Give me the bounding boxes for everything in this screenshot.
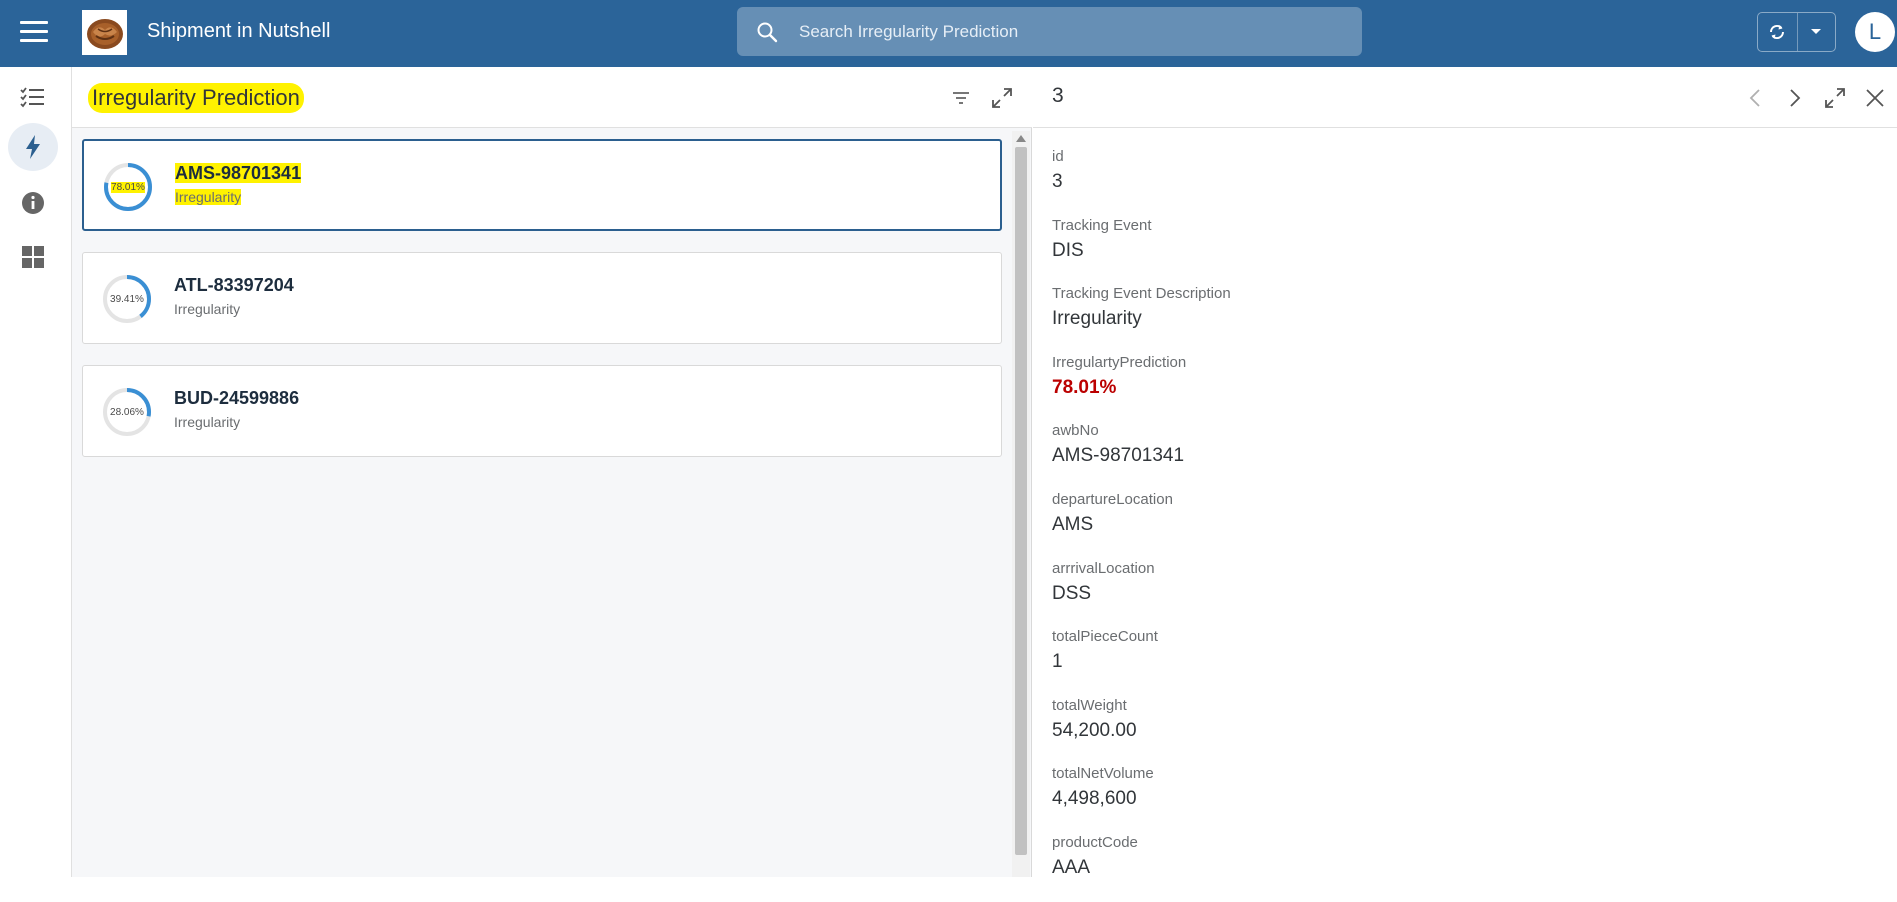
- field-arrival-location: arrrivalLocation DSS: [1052, 559, 1155, 604]
- filter-icon: [953, 92, 969, 104]
- awb-number: ATL-83397204: [174, 275, 294, 295]
- fullscreen-button[interactable]: [1819, 82, 1851, 114]
- field-awb-no: awbNo AMS-98701341: [1052, 422, 1185, 467]
- app-logo[interactable]: [82, 10, 127, 55]
- expand-icon: [1825, 88, 1845, 108]
- detail-panel: 3 id 3 Tracking Event DIS Tracking Event…: [1033, 67, 1897, 878]
- item-subtitle: Irregularity: [174, 301, 241, 317]
- shell-bar: Shipment in Nutshell L: [0, 0, 1897, 67]
- next-button[interactable]: [1779, 82, 1811, 114]
- chevron-right-icon: [1790, 89, 1801, 107]
- task-list-icon: [20, 87, 44, 108]
- close-icon: [1866, 89, 1884, 107]
- field-total-weight: totalWeight 54,200.00: [1052, 696, 1137, 741]
- list-item[interactable]: 39.41% ATL-83397204 Irregularity: [82, 252, 1002, 344]
- sync-dropdown-button[interactable]: [1798, 13, 1836, 51]
- field-departure-location: departureLocation AMS: [1052, 490, 1173, 535]
- sync-icon: [1770, 24, 1785, 40]
- field-product-code: productCode AAA: [1052, 833, 1138, 878]
- master-header: Irregularity Prediction: [72, 67, 1032, 128]
- scroll-thumb[interactable]: [1015, 147, 1027, 855]
- field-tracking-event-description: Tracking Event Description Irregularity: [1052, 285, 1231, 330]
- awb-number: BUD-24599886: [174, 388, 300, 408]
- detail-header: 3: [1033, 67, 1897, 128]
- item-subtitle: Irregularity: [174, 414, 241, 430]
- progress-label: 39.41%: [110, 293, 144, 305]
- app-title: Shipment in Nutshell: [147, 20, 331, 42]
- menu-icon[interactable]: [20, 21, 48, 45]
- expand-button[interactable]: [987, 83, 1017, 113]
- sidenav-item-irregularity[interactable]: [8, 123, 58, 171]
- search-input[interactable]: [799, 7, 1339, 56]
- field-id: id 3: [1052, 148, 1064, 192]
- list-scrollbar[interactable]: [1012, 131, 1030, 877]
- walnut-logo-icon: [86, 18, 123, 49]
- info-icon: [22, 192, 44, 214]
- list-item[interactable]: 78.01% AMS-98701341 Irregularity: [82, 139, 1002, 231]
- scroll-up-arrow-icon[interactable]: [1016, 135, 1026, 142]
- chevron-left-icon: [1749, 89, 1760, 107]
- progress-label: 78.01%: [111, 181, 145, 193]
- item-subtitle: Irregularity: [175, 189, 242, 205]
- sync-button[interactable]: [1758, 13, 1798, 51]
- detail-fields: id 3 Tracking Event DIS Tracking Event D…: [1052, 147, 1872, 902]
- field-tracking-event: Tracking Event DIS: [1052, 216, 1152, 261]
- field-irregularity-prediction: IrregulartyPrediction 78.01%: [1052, 353, 1187, 398]
- field-total-piece-count: totalPieceCount 1: [1052, 628, 1158, 673]
- sidenav-item-info[interactable]: [8, 179, 58, 227]
- sidenav-item-dashboard[interactable]: [8, 233, 58, 281]
- previous-button[interactable]: [1739, 82, 1771, 114]
- list-item[interactable]: 28.06% BUD-24599886 Irregularity: [82, 365, 1002, 457]
- shipment-list: 78.01% AMS-98701341 Irregularity 39.41% …: [82, 139, 1002, 478]
- filter-button[interactable]: [946, 83, 976, 113]
- close-button[interactable]: [1859, 82, 1891, 114]
- master-list-panel: Irregularity Prediction 78.01% AMS-98701…: [72, 67, 1032, 877]
- sync-button-group: [1757, 12, 1836, 52]
- field-total-net-volume: totalNetVolume 4,498,600: [1052, 765, 1154, 810]
- master-title: Irregularity Prediction: [88, 83, 304, 113]
- caret-down-icon: [1811, 29, 1822, 34]
- sidenav-item-tasks[interactable]: [8, 73, 58, 121]
- search-icon: [757, 22, 778, 43]
- awb-number: AMS-98701341: [175, 163, 302, 183]
- expand-icon: [992, 88, 1012, 108]
- detail-title: 3: [1052, 84, 1064, 107]
- side-navigation: [0, 67, 72, 877]
- user-avatar[interactable]: L: [1855, 12, 1895, 52]
- dashboard-icon: [22, 246, 44, 268]
- progress-label: 28.06%: [110, 406, 144, 418]
- lightning-icon: [26, 135, 40, 159]
- search-box[interactable]: [737, 7, 1362, 56]
